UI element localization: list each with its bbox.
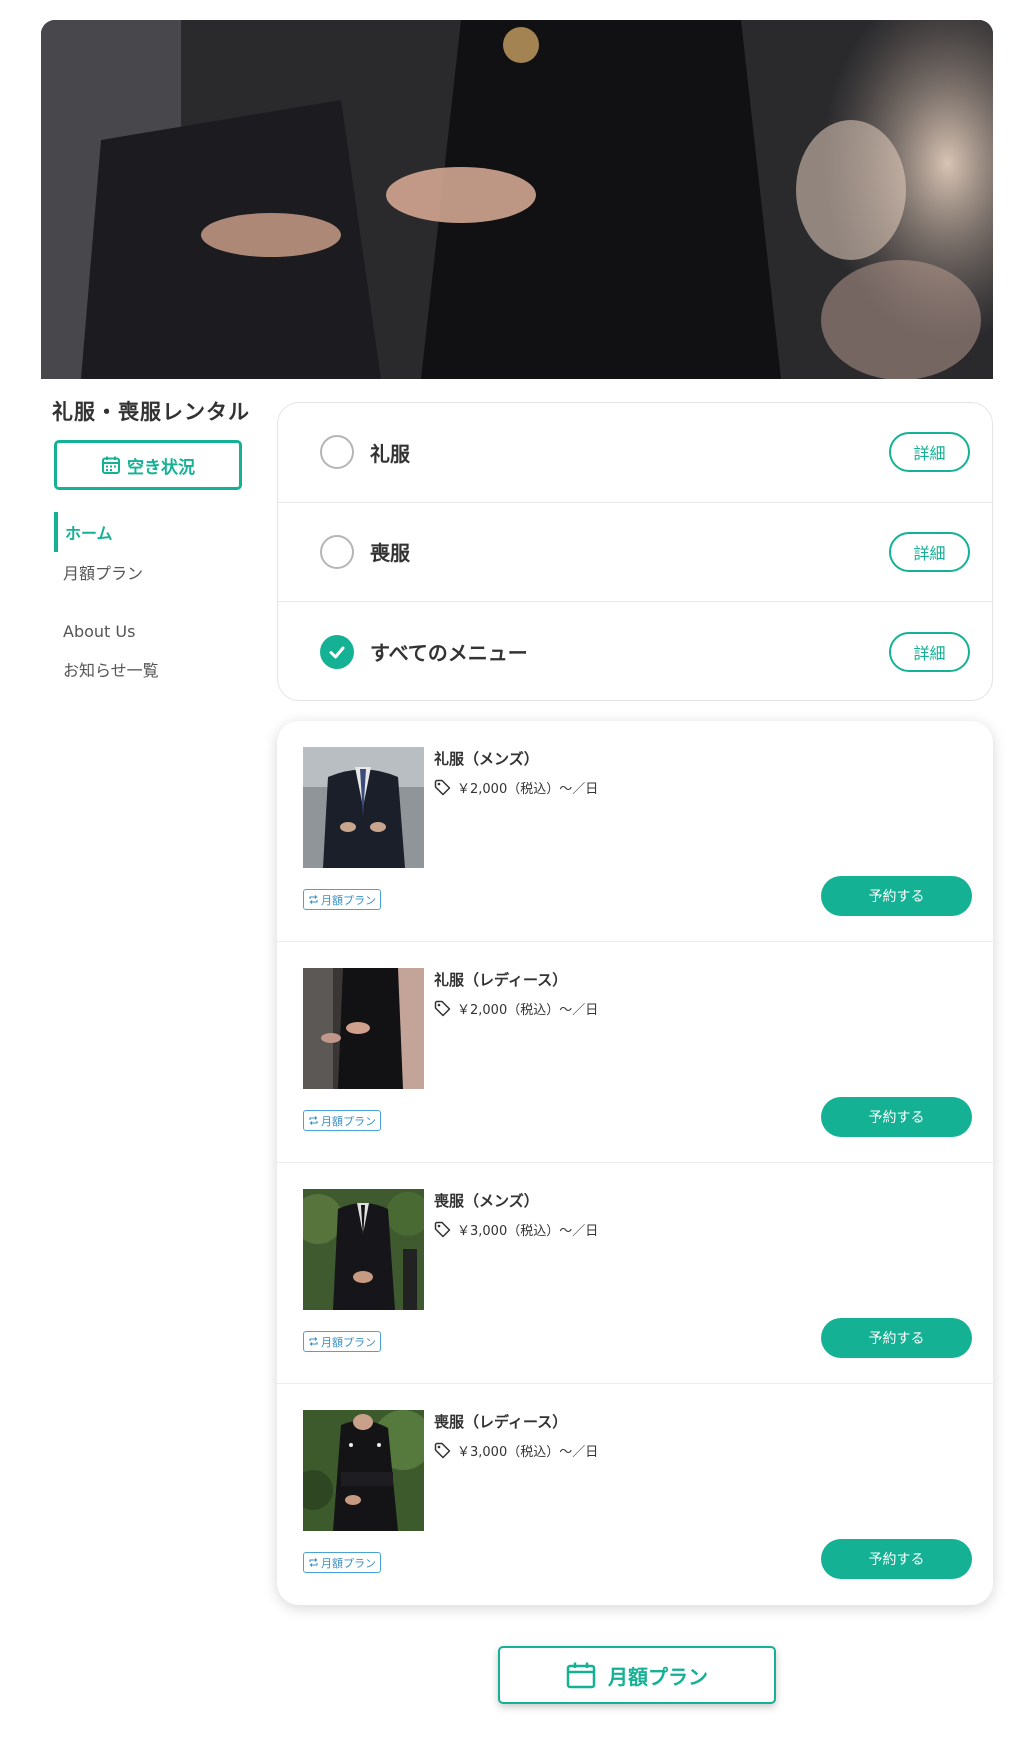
repeat-icon (309, 1116, 318, 1125)
product-thumbnail[interactable] (303, 968, 424, 1089)
product-price: ￥2,000（税込）〜／日 (434, 778, 598, 797)
product-price: ￥3,000（税込）〜／日 (434, 1220, 598, 1239)
sidebar-nav: ホーム 月額プラン About Us お知らせ一覧 (41, 512, 251, 689)
product-name[interactable]: 礼服（レディース） (434, 969, 567, 990)
monthly-plan-badge: 月額プラン (303, 1331, 381, 1352)
calendar-icon (102, 456, 120, 474)
product-item: 礼服（レディース） ￥2,000（税込）〜／日 月額プラン 予約する (277, 942, 993, 1163)
radio-unchecked[interactable] (320, 435, 354, 470)
product-thumbnail[interactable] (303, 747, 424, 868)
monthly-plan-button[interactable]: 月額プラン (498, 1646, 776, 1704)
monthly-plan-badge: 月額プラン (303, 889, 381, 910)
checkmark-icon (329, 646, 345, 659)
radio-unchecked[interactable] (320, 534, 354, 569)
product-name[interactable]: 礼服（メンズ） (434, 748, 539, 769)
repeat-icon (309, 1558, 318, 1567)
availability-button[interactable]: 空き状況 (54, 440, 242, 490)
price-text: ￥2,000（税込）〜／日 (457, 782, 599, 797)
price-tag-icon (434, 1000, 451, 1017)
product-price: ￥3,000（税込）〜／日 (434, 1441, 598, 1460)
category-label: 喪服 (370, 541, 410, 566)
reserve-button[interactable]: 予約する (821, 1539, 972, 1579)
price-tag-icon (434, 1221, 451, 1238)
reserve-button[interactable]: 予約する (821, 876, 972, 916)
reserve-button[interactable]: 予約する (821, 1318, 972, 1358)
availability-label: 空き状況 (127, 457, 195, 478)
category-label: 礼服 (370, 441, 410, 466)
repeat-icon (309, 1337, 318, 1346)
sidebar: 礼服・喪服レンタル 空き状況 ホーム 月額プラン About Us お知らせ一覧 (41, 396, 251, 689)
product-name[interactable]: 喪服（メンズ） (434, 1190, 539, 1211)
category-row[interactable]: 礼服 詳細 (278, 403, 992, 503)
product-thumbnail[interactable] (303, 1410, 424, 1531)
nav-item-about-us[interactable]: About Us (41, 614, 251, 649)
detail-button[interactable]: 詳細 (889, 631, 970, 672)
product-item: 喪服（レディース） ￥3,000（税込）〜／日 月額プラン 予約する (277, 1384, 993, 1605)
category-label: すべてのメニュー (370, 641, 528, 666)
monthly-plan-label: 月額プラン (608, 1664, 708, 1689)
category-row[interactable]: すべてのメニュー 詳細 (278, 602, 992, 700)
product-price: ￥2,000（税込）〜／日 (434, 999, 598, 1018)
badge-label: 月額プラン (321, 1114, 376, 1128)
nav-item-news[interactable]: お知らせ一覧 (41, 649, 251, 689)
nav-item-home[interactable]: ホーム (54, 512, 251, 552)
radio-checked[interactable] (320, 634, 354, 669)
price-tag-icon (434, 1442, 451, 1459)
badge-label: 月額プラン (321, 1335, 376, 1349)
nav-item-monthly-plan[interactable]: 月額プラン (41, 552, 251, 592)
reserve-button[interactable]: 予約する (821, 1097, 972, 1137)
monthly-plan-badge: 月額プラン (303, 1110, 381, 1131)
badge-label: 月額プラン (321, 893, 376, 907)
category-selector: 礼服 詳細 喪服 詳細 すべてのメニュー 詳細 (277, 402, 993, 701)
price-text: ￥3,000（税込）〜／日 (457, 1445, 599, 1460)
category-row[interactable]: 喪服 詳細 (278, 503, 992, 602)
product-item: 礼服（メンズ） ￥2,000（税込）〜／日 月額プラン 予約する (277, 721, 993, 942)
product-list: 礼服（メンズ） ￥2,000（税込）〜／日 月額プラン 予約する 礼服（レディー… (277, 721, 993, 1605)
product-thumbnail[interactable] (303, 1189, 424, 1310)
price-text: ￥2,000（税込）〜／日 (457, 1003, 599, 1018)
detail-button[interactable]: 詳細 (889, 531, 970, 572)
product-item: 喪服（メンズ） ￥3,000（税込）〜／日 月額プラン 予約する (277, 1163, 993, 1384)
badge-label: 月額プラン (321, 1556, 376, 1570)
monthly-plan-badge: 月額プラン (303, 1552, 381, 1573)
price-tag-icon (434, 779, 451, 796)
detail-button[interactable]: 詳細 (889, 432, 970, 473)
calendar-icon (566, 1662, 596, 1689)
price-text: ￥3,000（税込）〜／日 (457, 1224, 599, 1239)
site-title: 礼服・喪服レンタル (52, 400, 250, 424)
repeat-icon (309, 895, 318, 904)
product-name[interactable]: 喪服（レディース） (434, 1411, 567, 1432)
hero-image (41, 20, 993, 379)
